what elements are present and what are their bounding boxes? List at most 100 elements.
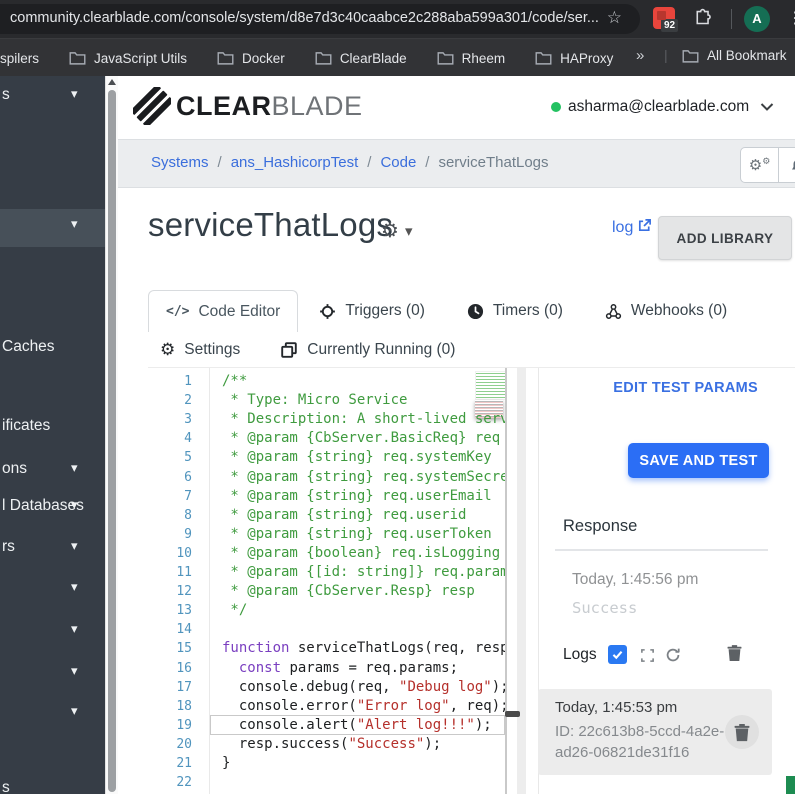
sidebar-item-s[interactable]: s ▾ (0, 86, 105, 112)
toolbar-divider (731, 9, 732, 29)
code-line[interactable]: 5 * @param {string} req.systemKey (148, 448, 505, 467)
code-editor[interactable]: 1/** 2 * Type: Micro Service 3 * Descripti… (148, 368, 505, 794)
editor-scrollbar[interactable] (517, 368, 526, 794)
code-line[interactable]: 14 (148, 620, 505, 639)
save-and-test-button[interactable]: SAVE AND TEST (628, 443, 769, 478)
line-number: 16 (176, 660, 192, 676)
bookmark-star-icon[interactable]: ☆ (607, 8, 622, 28)
folder-icon (437, 51, 454, 65)
folder-icon (315, 51, 332, 65)
bookmarks-overflow-icon[interactable]: » (636, 47, 644, 64)
chevron-down-icon: ▾ (71, 539, 78, 554)
tab-timers-0[interactable]: Timers (0) (446, 290, 584, 332)
breadcrumb-link[interactable]: Code (380, 154, 416, 171)
sidebar-item[interactable]: ▾ (0, 663, 105, 689)
breadcrumb-link[interactable]: ans_HashicorpTest (231, 154, 359, 171)
bookmark-item[interactable]: JavaScript Utils (69, 51, 187, 66)
triggers-icon (319, 303, 336, 320)
url-bar[interactable]: community.clearblade.com/console/system/… (0, 4, 640, 34)
sidebar-item[interactable]: ▾ (0, 703, 105, 729)
code-line[interactable]: 16 const params = req.params; (148, 659, 505, 678)
tab-currently-running-0[interactable]: Currently Running (0) (280, 334, 455, 366)
title-chevron-down-icon[interactable]: ▾ (405, 222, 413, 240)
timers-icon (467, 303, 484, 320)
console-settings-button[interactable]: ⚙⚙ (741, 148, 778, 182)
bookmark-item[interactable]: spilers (0, 51, 39, 66)
bookmark-item[interactable]: HAProxy (535, 51, 613, 66)
service-settings-gear-icon[interactable]: ⚙ (381, 218, 399, 242)
refresh-logs-icon[interactable] (665, 647, 681, 663)
code-line[interactable]: 10 * @param {boolean} req.isLogging (148, 544, 505, 563)
tab-triggers-0[interactable]: Triggers (0) (298, 290, 446, 332)
sidebar-scrollbar[interactable] (105, 76, 118, 794)
sidebar-item[interactable]: ▾ (0, 209, 105, 247)
code-line[interactable]: 20 resp.success("Success"); (148, 735, 505, 754)
chevron-down-icon: ▾ (71, 704, 78, 719)
sidebar-item-ificates[interactable]: ificates (0, 417, 105, 443)
code-line[interactable]: 7 * @param {string} req.userEmail (148, 487, 505, 506)
profile-avatar[interactable]: A (744, 6, 770, 32)
tab-bar: </> Code Editor Triggers (0) Timers (0) Webh… (148, 290, 748, 332)
delete-log-entry-button[interactable] (725, 715, 759, 749)
expand-logs-icon[interactable] (640, 648, 655, 663)
code-line[interactable]: 11 * @param {[id: string]} req.params (148, 563, 505, 582)
line-number: 6 (184, 469, 192, 485)
chat-widget-corner[interactable] (786, 776, 795, 794)
sidebar-item-caches[interactable]: Caches (0, 338, 105, 364)
line-number: 9 (184, 526, 192, 542)
splitter-drag-handle[interactable] (505, 711, 520, 717)
pane-splitter[interactable] (505, 368, 507, 794)
tab-code-editor[interactable]: </> Code Editor (148, 290, 299, 332)
code-line[interactable]: 15function serviceThatLogs(req, resp) { (148, 639, 505, 658)
tab-webhooks-0[interactable]: Webhooks (0) (584, 290, 748, 332)
response-divider (555, 549, 768, 551)
scroll-up-arrow-icon[interactable] (108, 79, 116, 85)
code-line[interactable]: 13 */ (148, 601, 505, 620)
sidebar-item-rs[interactable]: rs ▾ (0, 538, 105, 564)
code-line[interactable]: 6 * @param {string} req.systemSecret (148, 468, 505, 487)
code-icon: </> (166, 304, 190, 319)
extensions-puzzle-icon[interactable] (694, 8, 713, 32)
clearblade-logo[interactable]: CLEARBLADE (133, 87, 363, 125)
notifications-button[interactable]: 24 (778, 148, 795, 182)
code-line[interactable]: 22 (148, 773, 505, 792)
sidebar-item[interactable]: ▾ (0, 579, 105, 605)
sidebar-nav: s ▾ ▾ Caches ificates ons ▾ l Databases ▾ rs ▾ ▾ ▾ ▾ ▾… (0, 76, 105, 794)
code-line[interactable]: 8 * @param {string} req.userid (148, 506, 505, 525)
log-link[interactable]: log (612, 218, 652, 238)
sidebar-item-s[interactable]: s (0, 779, 105, 794)
bookmark-item[interactable]: ClearBlade (315, 51, 407, 66)
bookmark-item[interactable]: Rheem (437, 51, 505, 66)
bookmark-item[interactable]: Docker (217, 51, 285, 66)
browser-menu-icon[interactable]: ⋮ (787, 8, 795, 27)
sidebar-item-l-databases[interactable]: l Databases ▾ (0, 497, 105, 523)
response-timestamp: Today, 1:45:56 pm (572, 571, 699, 588)
code-line[interactable]: 9 * @param {string} req.userToken (148, 525, 505, 544)
code-line[interactable]: 19 console.alert("Alert log!!!"); (148, 714, 505, 735)
code-line[interactable]: 12 * @param {CbServer.Resp} resp (148, 582, 505, 601)
tab-settings[interactable]: ⚙ Settings (160, 334, 240, 366)
logs-label: Logs (563, 646, 597, 663)
code-line[interactable]: 17 console.debug(req, "Debug log"); (148, 678, 505, 697)
delete-logs-icon[interactable] (727, 644, 742, 662)
sidebar-item[interactable]: ▾ (0, 621, 105, 647)
sidebar-item-ons[interactable]: ons ▾ (0, 460, 105, 486)
line-number: 21 (176, 756, 192, 771)
adblock-extension-icon[interactable]: 92 (653, 7, 679, 32)
scrollbar-thumb[interactable] (108, 90, 116, 792)
edit-test-params-link[interactable]: EDIT TEST PARAMS (613, 380, 758, 396)
code-line[interactable]: 1/** (148, 372, 505, 391)
code-line[interactable]: 4 * @param {CbServer.BasicReq} req (148, 429, 505, 448)
add-library-button[interactable]: ADD LIBRARY (658, 216, 792, 260)
breadcrumb-link[interactable]: Systems (151, 154, 209, 171)
code-line[interactable]: 3 * Description: A short-lived service (148, 410, 505, 429)
log-entry-card: Today, 1:45:53 pm ID: 22c613b8-5ccd-4a2e… (538, 689, 772, 775)
code-line[interactable]: 18 console.error("Error log", req); (148, 697, 505, 716)
line-number: 10 (176, 545, 192, 561)
code-line[interactable]: 2 * Type: Micro Service (148, 391, 505, 410)
all-bookmarks[interactable]: All Bookmark (682, 48, 787, 63)
code-line[interactable]: 21} (148, 754, 505, 773)
line-number: 22 (176, 775, 192, 791)
account-menu[interactable]: asharma@clearblade.com (551, 98, 774, 116)
logs-checkbox[interactable] (608, 645, 627, 664)
